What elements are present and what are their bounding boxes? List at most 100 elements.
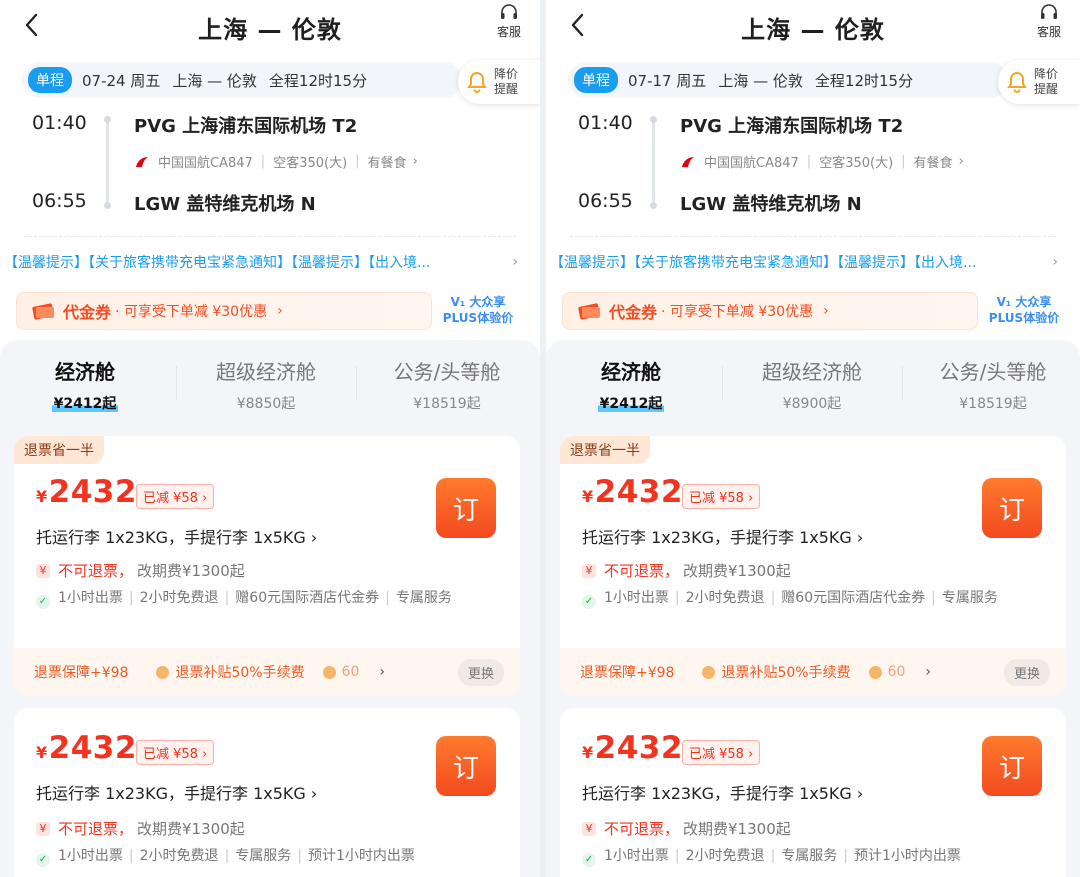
swap-button[interactable]: 更换: [1003, 659, 1050, 686]
feature-item: 1小时出票: [58, 590, 123, 606]
feature-item: 2小时免费退: [685, 848, 765, 864]
discount-badge[interactable]: 已减 ¥58 ›: [682, 740, 761, 765]
flight-details[interactable]: 中国国航CA847 | 空客350(大) | 有餐食 ›: [680, 152, 964, 171]
cabin-name: 经济舱: [601, 360, 661, 384]
air-china-logo-icon: [136, 156, 148, 167]
airline-flight-no: 中国国航CA847: [158, 156, 253, 171]
discount-badge[interactable]: 已减 ¥58 ›: [136, 740, 215, 765]
fare-card[interactable]: 退票省一半 ¥2432 已减 ¥58 › 订 托运行李 1x23KG，手提行李 …: [560, 436, 1066, 696]
tab-premium-economy[interactable]: 超级经济舱 ¥8850起: [181, 356, 351, 413]
notice-banner[interactable]: 【温馨提示】【关于旅客携带充电宝紧急通知】【温馨提示】【出入境...: [4, 252, 520, 272]
discount-badge[interactable]: 已减 ¥58 ›: [136, 484, 215, 509]
flight-info[interactable]: 01:40 PVG 上海浦东国际机场 T2 中国国航CA847 | 空客350(大…: [0, 104, 540, 224]
arrival-airport: LGW 盖特维克机场 N: [680, 194, 862, 215]
change-fee-text: 改期费¥1300起: [137, 562, 245, 580]
price-alert-line1: 降价: [1034, 67, 1059, 81]
price-alert-button[interactable]: 降价 提醒: [458, 60, 540, 104]
coupon-banner[interactable]: 代金券 · 可享受下单减 ¥30优惠 ›: [562, 292, 978, 330]
coupon-icon: [578, 303, 600, 320]
book-button[interactable]: 订: [436, 736, 496, 796]
fare-card[interactable]: 退票省一半 ¥2432 已减 ¥58 › 订 托运行李 1x23KG，手提行李 …: [14, 436, 520, 696]
refund-guarantee-bar[interactable]: 退票保障+¥98 退票补贴50%手续费 60 › 更换: [14, 648, 520, 696]
chevron-right-icon: ›: [925, 664, 932, 680]
coupon-chevron: ›: [277, 303, 283, 319]
arrival-time: 06:55: [32, 190, 87, 212]
check-icon: ✓: [36, 595, 50, 609]
coupon-banner[interactable]: 代金券 · 可享受下单减 ¥30优惠 ›: [16, 292, 432, 330]
baggage-info[interactable]: 托运行李 1x23KG，手提行李 1x5KG ›: [36, 524, 317, 548]
header: 上海 — 伦敦 客服: [546, 0, 1080, 58]
tab-business-first[interactable]: 公务/头等舱 ¥18519起: [362, 356, 532, 413]
plus-line2: PLUS体验价: [988, 311, 1060, 325]
plus-line1: V₁ 大众享: [996, 295, 1052, 309]
meal-info: 有餐食: [913, 156, 953, 171]
chevron-right-icon: ›: [379, 664, 386, 680]
feature-item: 专属服务: [941, 590, 998, 606]
route-line: [652, 116, 655, 204]
plus-price-badge[interactable]: V₁ 大众享 PLUS体验价: [984, 294, 1064, 326]
check-icon: ✓: [36, 853, 50, 867]
arrival-time: 06:55: [578, 190, 633, 212]
fare-card[interactable]: ¥2432 已减 ¥58 › 订 托运行李 1x23KG，手提行李 1x5KG …: [14, 708, 520, 877]
cabin-section: 经济舱 ¥2412起 超级经济舱 ¥8900起 公务/头等舱 ¥18519起 退…: [546, 340, 1080, 877]
feature-item: 预计1小时内出票: [308, 848, 415, 864]
tab-economy[interactable]: 经济舱 ¥2412起: [546, 356, 716, 413]
route-dot-end: [650, 202, 657, 209]
benefit-icon: [702, 665, 716, 679]
benefit-icon: [322, 665, 336, 679]
guarantee-label: 退票保障+¥98: [580, 665, 675, 681]
no-refund-text: 不可退票，: [604, 820, 680, 838]
customer-service-button[interactable]: 客服: [1032, 4, 1066, 40]
benefit-icon: [868, 665, 882, 679]
refund-policy: ¥ 不可退票， 改期费¥1300起: [582, 560, 791, 581]
bell-icon: [1007, 71, 1027, 93]
chevron-right-icon: ›: [958, 154, 964, 169]
discount-badge[interactable]: 已减 ¥58 ›: [682, 484, 761, 509]
notice-banner[interactable]: 【温馨提示】【关于旅客携带充电宝紧急通知】【温馨提示】【出入境...: [550, 252, 1060, 272]
plus-price-badge[interactable]: V₁ 大众享 PLUS体验价: [438, 294, 518, 326]
bell-icon: [467, 71, 487, 93]
feature-item: 专属服务: [395, 590, 452, 606]
price-alert-button[interactable]: 降价 提醒: [998, 60, 1080, 104]
cabin-price: ¥8900起: [782, 396, 842, 412]
fare-price: ¥2432: [582, 730, 683, 766]
swap-button[interactable]: 更换: [457, 659, 504, 686]
yen-icon: ¥: [36, 563, 50, 578]
tab-premium-economy[interactable]: 超级经济舱 ¥8900起: [727, 356, 897, 413]
baggage-info[interactable]: 托运行李 1x23KG，手提行李 1x5KG ›: [582, 780, 863, 804]
cabin-price: ¥18519起: [959, 396, 1027, 412]
trip-date: 07-24 周五: [82, 71, 161, 90]
refund-guarantee-bar[interactable]: 退票保障+¥98 退票补贴50%手续费 60 › 更换: [560, 648, 1066, 696]
check-icon: ✓: [582, 595, 596, 609]
book-button[interactable]: 订: [436, 478, 496, 538]
fare-price: ¥2432: [582, 474, 683, 510]
price-alert-line1: 降价: [494, 67, 519, 81]
trip-type-pill: 单程: [28, 67, 72, 93]
feature-item: 预计1小时内出票: [854, 848, 961, 864]
book-button[interactable]: 订: [982, 478, 1042, 538]
baggage-info[interactable]: 托运行李 1x23KG，手提行李 1x5KG ›: [36, 780, 317, 804]
baggage-info[interactable]: 托运行李 1x23KG，手提行李 1x5KG ›: [582, 524, 863, 548]
coupon-icon: [32, 303, 54, 320]
flight-details[interactable]: 中国国航CA847 | 空客350(大) | 有餐食 ›: [134, 152, 418, 171]
tab-business-first[interactable]: 公务/头等舱 ¥18519起: [908, 356, 1078, 413]
fare-features: ✓ 1小时出票 | 2小时免费退 | 赠60元国际酒店代金券 | 专属服务: [36, 586, 498, 610]
feature-item: 2小时免费退: [139, 590, 219, 606]
guarantee-label: 退票保障+¥98: [34, 665, 129, 681]
page-title: 上海 — 伦敦: [198, 16, 342, 44]
feature-item: 赠60元国际酒店代金券: [235, 590, 380, 606]
fare-card[interactable]: ¥2432 已减 ¥58 › 订 托运行李 1x23KG，手提行李 1x5KG …: [560, 708, 1066, 877]
chevron-right-icon: ›: [412, 154, 418, 169]
plus-line2: PLUS体验价: [442, 311, 514, 325]
book-button[interactable]: 订: [982, 736, 1042, 796]
no-refund-text: 不可退票，: [604, 562, 680, 580]
customer-service-button[interactable]: 客服: [492, 4, 526, 40]
trip-duration: 全程12时15分: [268, 71, 368, 90]
guarantee-more: 60: [341, 664, 360, 680]
tab-economy[interactable]: 经济舱 ¥2412起: [0, 356, 170, 413]
feature-item: 1小时出票: [604, 590, 669, 606]
flight-info[interactable]: 01:40 PVG 上海浦东国际机场 T2 中国国航CA847 | 空客350(大…: [546, 104, 1080, 224]
booking-panel-right: 上海 — 伦敦 客服 单程 07-17 周五 上海 — 伦敦 全程12时15分 …: [540, 0, 1080, 877]
fare-features: ✓ 1小时出票 | 2小时免费退 | 赠60元国际酒店代金券 | 专属服务: [582, 586, 1044, 610]
yen-icon: ¥: [582, 821, 596, 836]
